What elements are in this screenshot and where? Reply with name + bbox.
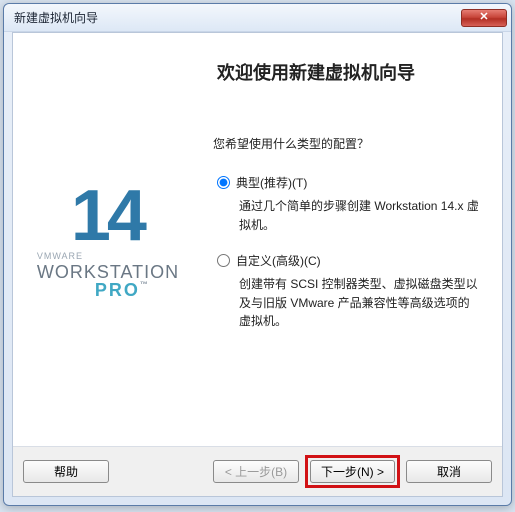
vmware-logo: 14 VMWARE WORKSTATION PRO™	[37, 180, 179, 299]
logo-workstation-text: WORKSTATION	[37, 263, 179, 281]
titlebar: 新建虚拟机向导 ✕	[4, 4, 511, 32]
option-typical-desc: 通过几个简单的步骤创建 Workstation 14.x 虚拟机。	[239, 197, 480, 234]
option-typical-label: 典型(推荐)(T)	[236, 174, 307, 191]
logo-version-number: 14	[71, 180, 179, 252]
content-area: 14 VMWARE WORKSTATION PRO™ 欢迎使用新建虚拟机向导 您…	[13, 33, 502, 446]
option-custom-label: 自定义(高级)(C)	[236, 252, 321, 269]
radio-custom[interactable]	[217, 254, 230, 267]
option-custom-row[interactable]: 自定义(高级)(C)	[217, 252, 480, 269]
option-typical-row[interactable]: 典型(推荐)(T)	[217, 174, 480, 191]
next-button[interactable]: 下一步(N) >	[310, 460, 395, 483]
welcome-heading: 欢迎使用新建虚拟机向导	[217, 59, 480, 85]
button-bar: 帮助 < 上一步(B) 下一步(N) > 取消	[13, 446, 502, 496]
option-typical: 典型(推荐)(T) 通过几个简单的步骤创建 Workstation 14.x 虚…	[213, 174, 480, 234]
cancel-button[interactable]: 取消	[406, 460, 492, 483]
close-button[interactable]: ✕	[461, 9, 507, 27]
next-button-highlight: 下一步(N) >	[305, 455, 400, 488]
main-panel: 欢迎使用新建虚拟机向导 您希望使用什么类型的配置？ 典型(推荐)(T) 通过几个…	[203, 33, 502, 446]
option-custom: 自定义(高级)(C) 创建带有 SCSI 控制器类型、虚拟磁盘类型以及与旧版 V…	[213, 252, 480, 331]
client-area: 14 VMWARE WORKSTATION PRO™ 欢迎使用新建虚拟机向导 您…	[12, 32, 503, 497]
config-prompt: 您希望使用什么类型的配置？	[213, 135, 480, 152]
close-icon: ✕	[479, 11, 488, 23]
help-button[interactable]: 帮助	[23, 460, 109, 483]
wizard-window: 新建虚拟机向导 ✕ 14 VMWARE WORKSTATION PRO™ 欢迎使…	[3, 3, 512, 506]
option-custom-desc: 创建带有 SCSI 控制器类型、虚拟磁盘类型以及与旧版 VMware 产品兼容性…	[239, 275, 480, 331]
back-button: < 上一步(B)	[213, 460, 299, 483]
sidebar-logo-panel: 14 VMWARE WORKSTATION PRO™	[13, 33, 203, 446]
radio-typical[interactable]	[217, 176, 230, 189]
window-title: 新建虚拟机向导	[14, 9, 461, 26]
logo-pro-text: PRO™	[95, 281, 179, 299]
